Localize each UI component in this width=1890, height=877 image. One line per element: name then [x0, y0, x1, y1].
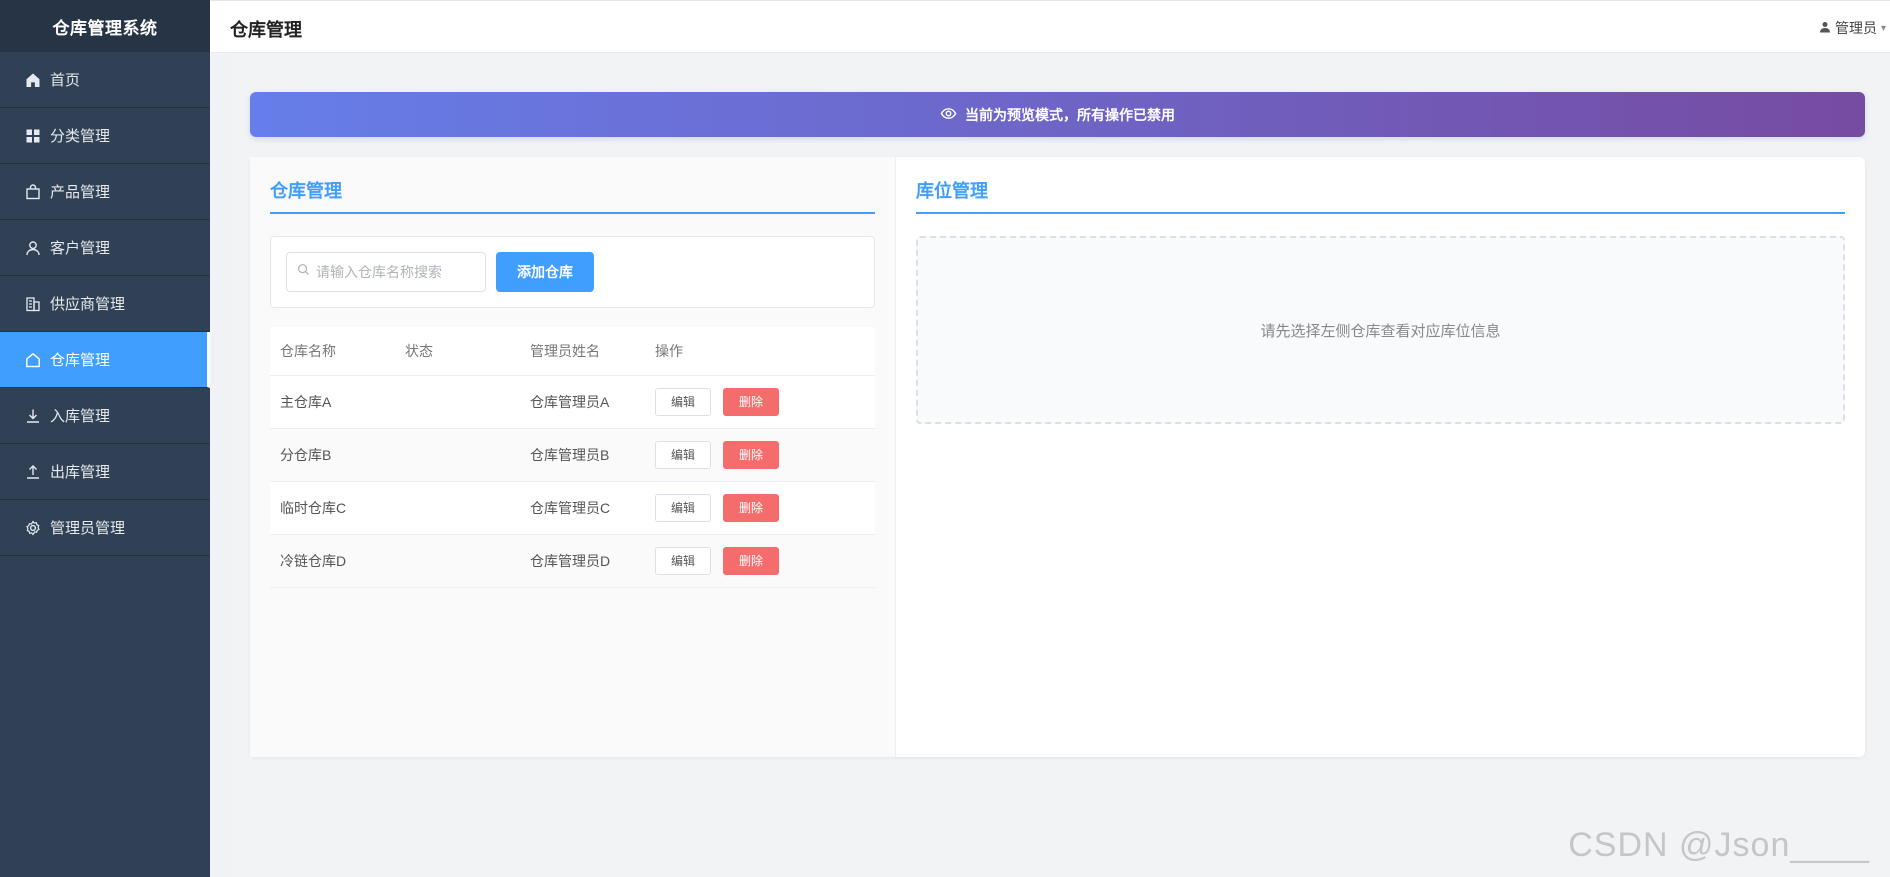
app-title: 仓库管理系统 [0, 0, 210, 52]
delete-button[interactable]: 删除 [723, 546, 779, 575]
table-row[interactable]: 分仓库B 仓库管理员B 编辑 删除 [270, 428, 875, 482]
sidebar-item-label: 产品管理 [50, 184, 111, 201]
warehouse-icon [24, 351, 42, 369]
cell-status [395, 534, 520, 588]
warehouse-panel-title: 仓库管理 [270, 177, 875, 214]
gear-icon [24, 519, 42, 537]
location-panel-title: 库位管理 [916, 177, 1845, 214]
empty-state-text: 请先选择左侧仓库查看对应库位信息 [1260, 322, 1501, 340]
cell-name: 主仓库A [270, 375, 395, 429]
shopping-bag-icon [24, 183, 42, 201]
sidebar-item-outbound[interactable]: 出库管理 [0, 444, 210, 500]
top-header: 仓库管理 管理员 ▾ [210, 0, 1890, 53]
sidebar-item-label: 供应商管理 [50, 296, 126, 313]
cell-actions: 编辑 删除 [645, 375, 875, 429]
cell-actions: 编辑 删除 [645, 534, 875, 588]
sidebar-item-label: 仓库管理 [50, 352, 111, 369]
cell-status [395, 375, 520, 429]
sidebar-item-label: 分类管理 [50, 128, 111, 145]
edit-button[interactable]: 编辑 [655, 387, 711, 416]
edit-button[interactable]: 编辑 [655, 493, 711, 522]
banner-text: 当前为预览模式，所有操作已禁用 [965, 106, 1175, 123]
sidebar-item-category[interactable]: 分类管理 [0, 108, 210, 164]
sidebar-item-warehouse[interactable]: 仓库管理 [0, 332, 210, 388]
warehouse-table: 仓库名称 状态 管理员姓名 操作 主仓库A 仓库管理员A 编辑 删除 分仓库B … [270, 327, 875, 588]
cell-name: 冷链仓库D [270, 534, 395, 588]
table-header-row: 仓库名称 状态 管理员姓名 操作 [270, 327, 875, 376]
download-icon [24, 407, 42, 425]
sidebar-item-label: 管理员管理 [50, 520, 126, 537]
edit-button[interactable]: 编辑 [655, 546, 711, 575]
panels-container: 仓库管理 添加仓库 仓库名称 状态 管理员姓名 操作 [250, 157, 1865, 757]
search-icon [297, 263, 310, 281]
grid-icon [24, 127, 42, 145]
eye-icon [940, 105, 957, 125]
sidebar-item-inbound[interactable]: 入库管理 [0, 388, 210, 444]
cell-actions: 编辑 删除 [645, 428, 875, 482]
sidebar-item-label: 入库管理 [50, 408, 111, 425]
table-row[interactable]: 临时仓库C 仓库管理员C 编辑 删除 [270, 481, 875, 535]
office-building-icon [24, 295, 42, 313]
column-header-manager: 管理员姓名 [520, 327, 645, 376]
delete-button[interactable]: 删除 [723, 387, 779, 416]
sidebar: 仓库管理系统 首页 分类管理 产品管理 客户管理 供应商管理 仓库管理 入库管理… [0, 0, 210, 877]
chevron-down-icon: ▾ [1880, 22, 1886, 34]
delete-button[interactable]: 删除 [723, 493, 779, 522]
location-panel: 库位管理 请先选择左侧仓库查看对应库位信息 [896, 157, 1865, 757]
warehouse-panel: 仓库管理 添加仓库 仓库名称 状态 管理员姓名 操作 [250, 157, 896, 757]
main-content: 当前为预览模式，所有操作已禁用 仓库管理 添加仓库 仓库名称 状态 [230, 53, 1890, 877]
sidebar-item-label: 出库管理 [50, 464, 111, 481]
home-icon [24, 71, 42, 89]
cell-status [395, 481, 520, 535]
preview-mode-banner: 当前为预览模式，所有操作已禁用 [250, 92, 1865, 137]
sidebar-item-customer[interactable]: 客户管理 [0, 220, 210, 276]
cell-status [395, 428, 520, 482]
column-header-status: 状态 [395, 327, 520, 376]
sidebar-item-label: 首页 [50, 72, 81, 89]
edit-button[interactable]: 编辑 [655, 440, 711, 469]
cell-manager: 仓库管理员C [520, 481, 645, 535]
sidebar-item-label: 客户管理 [50, 240, 111, 257]
table-row[interactable]: 主仓库A 仓库管理员A 编辑 删除 [270, 375, 875, 429]
cell-manager: 仓库管理员D [520, 534, 645, 588]
cell-manager: 仓库管理员B [520, 428, 645, 482]
search-input[interactable] [316, 264, 476, 280]
user-icon [24, 239, 42, 257]
search-field[interactable] [286, 252, 486, 292]
cell-name: 分仓库B [270, 428, 395, 482]
user-menu[interactable]: 管理员 ▾ [1819, 18, 1886, 38]
page-title: 仓库管理 [230, 20, 302, 40]
sidebar-item-home[interactable]: 首页 [0, 52, 210, 108]
delete-button[interactable]: 删除 [723, 440, 779, 469]
watermark: CSDN @Json____ [1568, 826, 1870, 864]
search-toolbar: 添加仓库 [270, 236, 875, 308]
user-icon [1819, 20, 1831, 36]
location-empty-state: 请先选择左侧仓库查看对应库位信息 [916, 236, 1845, 424]
cell-name: 临时仓库C [270, 481, 395, 535]
add-warehouse-button[interactable]: 添加仓库 [496, 252, 594, 292]
sidebar-item-product[interactable]: 产品管理 [0, 164, 210, 220]
sidebar-item-admin[interactable]: 管理员管理 [0, 500, 210, 556]
cell-manager: 仓库管理员A [520, 375, 645, 429]
column-header-name: 仓库名称 [270, 327, 395, 376]
upload-icon [24, 463, 42, 481]
table-row[interactable]: 冷链仓库D 仓库管理员D 编辑 删除 [270, 534, 875, 588]
user-label: 管理员 [1834, 20, 1877, 36]
cell-actions: 编辑 删除 [645, 481, 875, 535]
column-header-actions: 操作 [645, 327, 875, 376]
sidebar-item-supplier[interactable]: 供应商管理 [0, 276, 210, 332]
